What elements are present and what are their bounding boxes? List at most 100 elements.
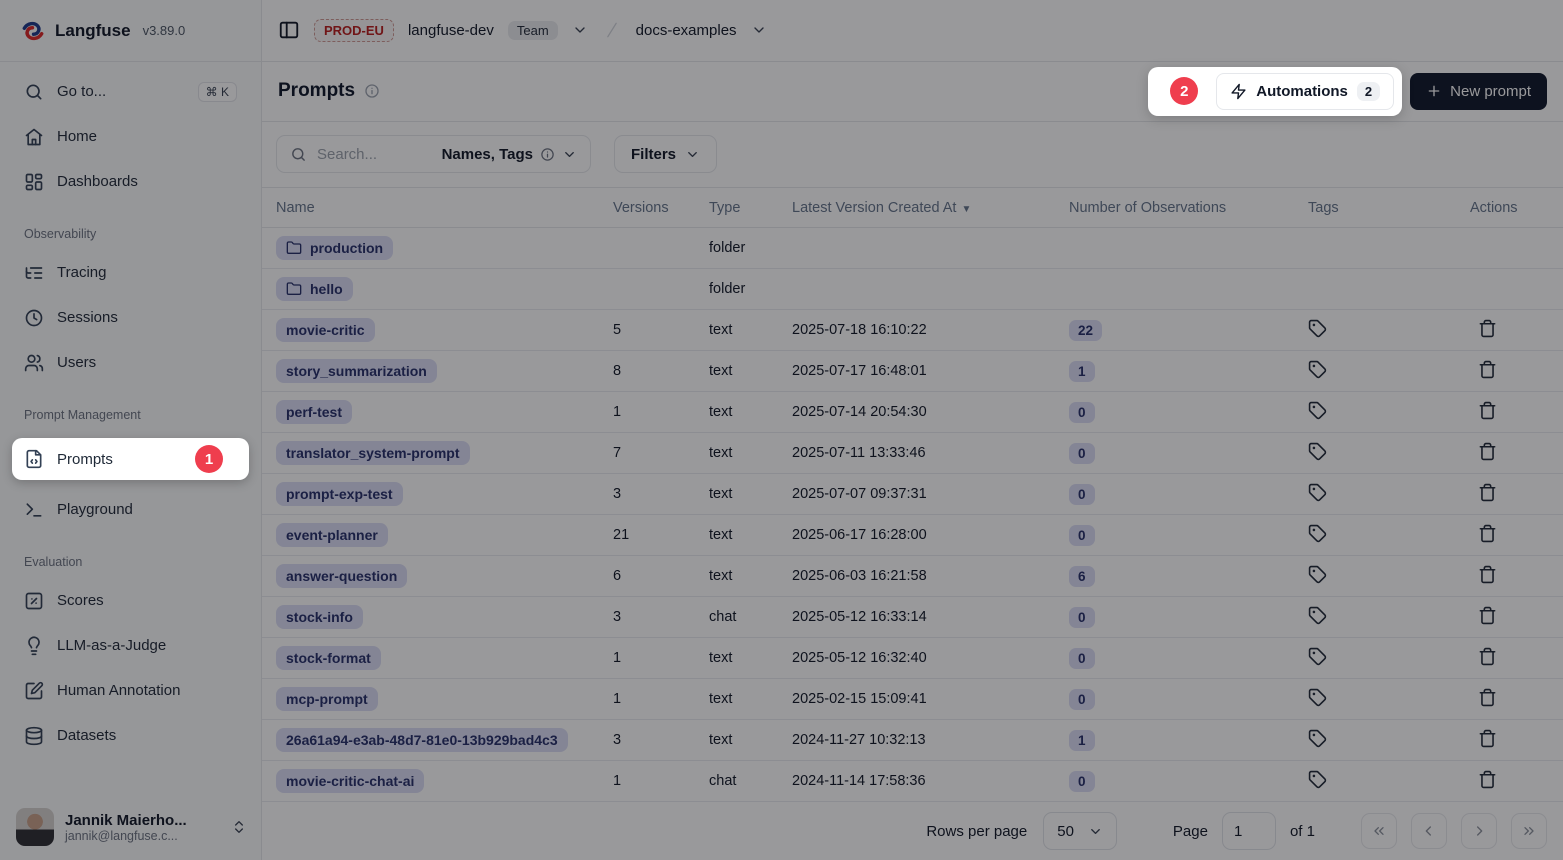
table-row[interactable]: movie-critic-chat-ai 1 chat 2024-11-14 1… (262, 761, 1563, 802)
prompt-name-pill[interactable]: 26a61a94-e3ab-48d7-81e0-13b929bad4c3 (276, 728, 568, 752)
sidebar-toggle-icon[interactable] (278, 19, 300, 41)
column-header-created[interactable]: Latest Version Created At▼ (792, 188, 1069, 228)
prompt-name-pill[interactable]: story_summarization (276, 359, 437, 383)
table-row[interactable]: 26a61a94-e3ab-48d7-81e0-13b929bad4c3 3 t… (262, 720, 1563, 761)
delete-prompt-button[interactable] (1478, 687, 1498, 707)
sidebar-item-dashboards[interactable]: Dashboards (12, 166, 249, 197)
tag-button[interactable] (1308, 564, 1328, 584)
table-row[interactable]: answer-question 6 text 2025-06-03 16:21:… (262, 556, 1563, 597)
page-info-icon[interactable] (364, 83, 380, 99)
search-input[interactable] (317, 146, 432, 163)
table-row[interactable]: stock-info 3 chat 2025-05-12 16:33:14 0 (262, 597, 1563, 638)
sidebar-item-human-annotation[interactable]: Human Annotation (12, 675, 249, 706)
sidebar-item-prompts[interactable]: Prompts 1 (12, 438, 249, 480)
next-page-button[interactable] (1461, 813, 1497, 849)
prompt-name-pill[interactable]: answer-question (276, 564, 407, 588)
delete-prompt-button[interactable] (1478, 728, 1498, 748)
tag-button[interactable] (1308, 728, 1328, 748)
first-page-button[interactable] (1361, 813, 1397, 849)
table-row[interactable]: movie-critic 5 text 2025-07-18 16:10:22 … (262, 310, 1563, 351)
sidebar-item-scores[interactable]: Scores (12, 585, 249, 616)
delete-prompt-button[interactable] (1478, 318, 1498, 338)
tag-button[interactable] (1308, 687, 1328, 707)
table-row[interactable]: story_summarization 8 text 2025-07-17 16… (262, 351, 1563, 392)
tag-button[interactable] (1308, 646, 1328, 666)
prompt-name-pill[interactable]: stock-format (276, 646, 381, 670)
prompt-name-pill[interactable]: hello (276, 277, 353, 301)
sidebar-item-tracing[interactable]: Tracing (12, 257, 249, 288)
new-prompt-button[interactable]: New prompt (1410, 73, 1547, 110)
observations-count-pill[interactable]: 0 (1069, 402, 1095, 423)
prompt-name-pill[interactable]: translator_system-prompt (276, 441, 470, 465)
project-name[interactable]: docs-examples (636, 22, 737, 39)
observations-count-pill[interactable]: 0 (1069, 484, 1095, 505)
delete-prompt-button[interactable] (1478, 359, 1498, 379)
page-number-input[interactable] (1222, 812, 1276, 850)
observations-count-pill[interactable]: 0 (1069, 607, 1095, 628)
observations-count-pill[interactable]: 0 (1069, 689, 1095, 710)
tag-button[interactable] (1308, 769, 1328, 789)
table-row[interactable]: production folder (262, 228, 1563, 269)
table-row[interactable]: hello folder (262, 269, 1563, 310)
tag-button[interactable] (1308, 605, 1328, 625)
delete-prompt-button[interactable] (1478, 523, 1498, 543)
observations-count-pill[interactable]: 1 (1069, 361, 1095, 382)
column-header-name[interactable]: Name (262, 188, 613, 228)
delete-prompt-button[interactable] (1478, 400, 1498, 420)
prompt-name-pill[interactable]: prompt-exp-test (276, 482, 403, 506)
sidebar-item-sessions[interactable]: Sessions (12, 302, 249, 333)
delete-prompt-button[interactable] (1478, 605, 1498, 625)
delete-prompt-button[interactable] (1478, 646, 1498, 666)
last-page-button[interactable] (1511, 813, 1547, 849)
observations-count-pill[interactable]: 1 (1069, 730, 1095, 751)
table-row[interactable]: event-planner 21 text 2025-06-17 16:28:0… (262, 515, 1563, 556)
sidebar-item-home[interactable]: Home (12, 121, 249, 152)
prompt-name-pill[interactable]: production (276, 236, 393, 260)
table-row[interactable]: mcp-prompt 1 text 2025-02-15 15:09:41 0 (262, 679, 1563, 720)
observations-count-pill[interactable]: 0 (1069, 443, 1095, 464)
prompt-name-pill[interactable]: stock-info (276, 605, 363, 629)
table-row[interactable]: prompt-exp-test 3 text 2025-07-07 09:37:… (262, 474, 1563, 515)
prompt-name-pill[interactable]: movie-critic (276, 318, 375, 342)
tag-button[interactable] (1308, 523, 1328, 543)
org-chevron-down-icon[interactable] (572, 22, 588, 38)
table-row[interactable]: perf-test 1 text 2025-07-14 20:54:30 0 (262, 392, 1563, 433)
org-name[interactable]: langfuse-dev (408, 22, 494, 39)
tag-button[interactable] (1308, 318, 1328, 338)
sidebar-item-llm-judge[interactable]: LLM-as-a-Judge (12, 630, 249, 661)
previous-page-button[interactable] (1411, 813, 1447, 849)
user-menu[interactable]: Jannik Maierho... jannik@langfuse.c... (0, 796, 261, 860)
delete-prompt-button[interactable] (1478, 441, 1498, 461)
tag-button[interactable] (1308, 482, 1328, 502)
sidebar-item-users[interactable]: Users (12, 347, 249, 378)
delete-prompt-button[interactable] (1478, 564, 1498, 584)
tag-button[interactable] (1308, 441, 1328, 461)
search-scope-selector[interactable]: Names, Tags (442, 146, 577, 163)
column-header-tags[interactable]: Tags (1308, 188, 1470, 228)
prompt-name-pill[interactable]: mcp-prompt (276, 687, 378, 711)
filters-button[interactable]: Filters (614, 135, 717, 173)
prompt-name-pill[interactable]: movie-critic-chat-ai (276, 769, 424, 793)
delete-prompt-button[interactable] (1478, 482, 1498, 502)
observations-count-pill[interactable]: 0 (1069, 771, 1095, 792)
table-row[interactable]: stock-format 1 text 2025-05-12 16:32:40 … (262, 638, 1563, 679)
table-row[interactable]: translator_system-prompt 7 text 2025-07-… (262, 433, 1563, 474)
sidebar-item-datasets[interactable]: Datasets (12, 720, 249, 751)
sidebar-item-goto[interactable]: Go to... ⌘ K (12, 76, 249, 107)
project-chevron-down-icon[interactable] (751, 22, 767, 38)
column-header-versions[interactable]: Versions (613, 188, 709, 228)
tag-button[interactable] (1308, 359, 1328, 379)
automations-button[interactable]: Automations 2 (1216, 73, 1394, 110)
prompt-name-pill[interactable]: perf-test (276, 400, 352, 424)
prompt-name-pill[interactable]: event-planner (276, 523, 388, 547)
tag-button[interactable] (1308, 400, 1328, 420)
rows-per-page-select[interactable]: 50 (1043, 812, 1117, 850)
column-header-type[interactable]: Type (709, 188, 792, 228)
delete-prompt-button[interactable] (1478, 769, 1498, 789)
column-header-observations[interactable]: Number of Observations (1069, 188, 1308, 228)
observations-count-pill[interactable]: 22 (1069, 320, 1102, 341)
observations-count-pill[interactable]: 6 (1069, 566, 1095, 587)
observations-count-pill[interactable]: 0 (1069, 525, 1095, 546)
sidebar-item-playground[interactable]: Playground (12, 494, 249, 525)
observations-count-pill[interactable]: 0 (1069, 648, 1095, 669)
